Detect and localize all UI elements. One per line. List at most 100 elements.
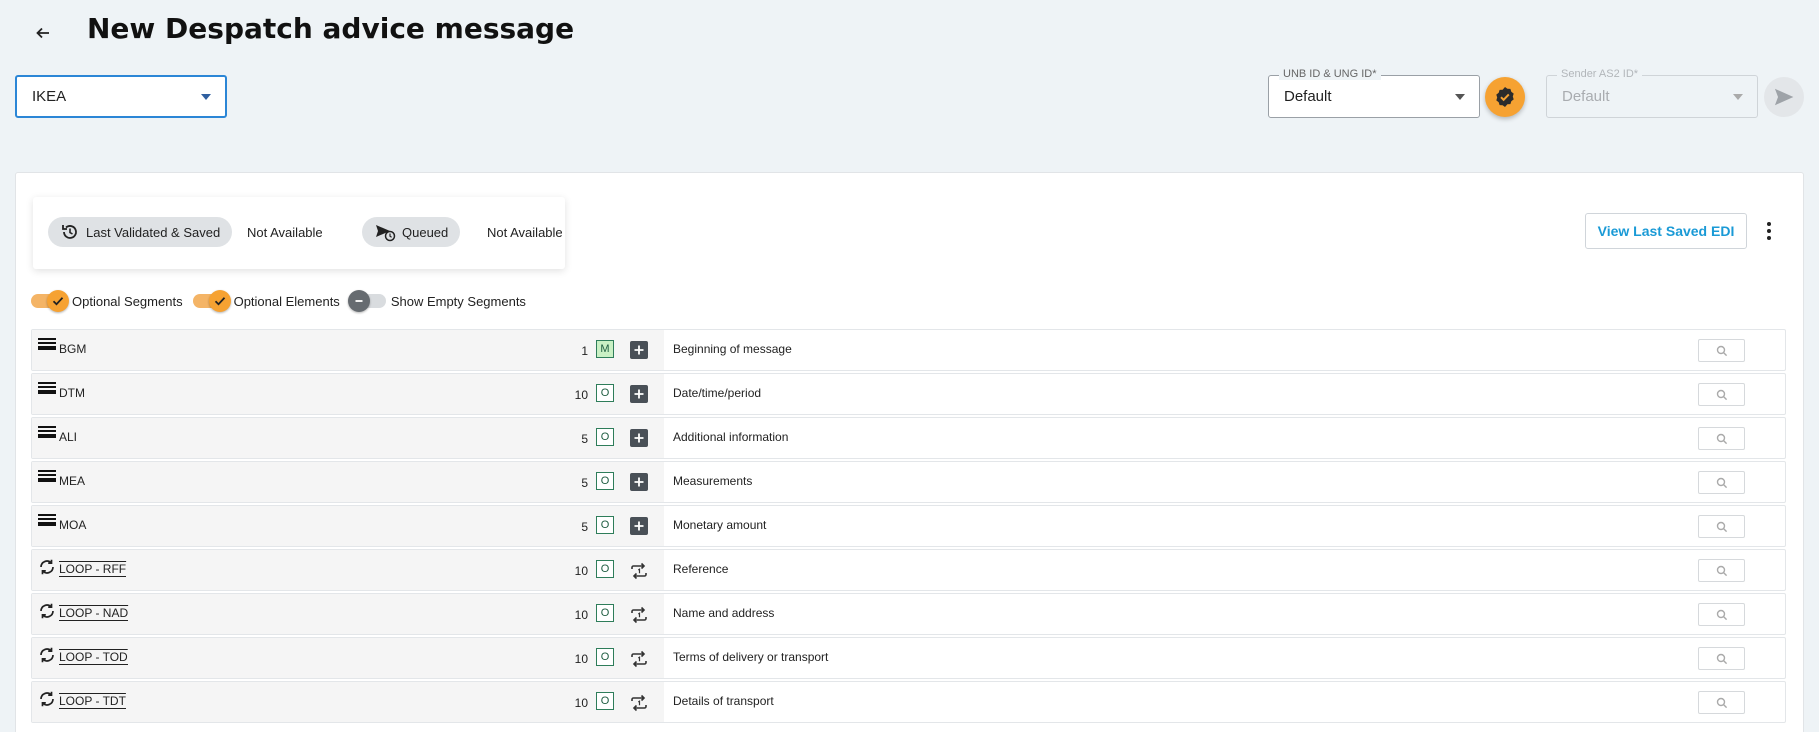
segment-description: Monetary amount [673, 518, 767, 532]
sender-as2-value: Default [1562, 88, 1610, 105]
queued-value: Not Available [487, 225, 563, 240]
plus-icon [634, 477, 644, 487]
segment-row[interactable]: LOOP - TOD 10 O Terms of delivery or transp… [31, 637, 1786, 679]
segment-search-button[interactable] [1698, 515, 1745, 538]
usage-badge: O [596, 560, 614, 578]
segment-description: Details of transport [673, 694, 774, 708]
segment-max-count: 10 [574, 388, 588, 402]
repeat-one-icon[interactable] [629, 693, 649, 713]
partner-select[interactable]: IKEA [15, 75, 227, 118]
search-icon [1716, 653, 1727, 664]
segment-search-button[interactable] [1698, 427, 1745, 450]
segment-lines-icon [38, 514, 56, 526]
search-icon [1716, 433, 1727, 444]
segment-row[interactable]: MEA 5 O Measurements [31, 461, 1786, 503]
unb-id-label: UNB ID & UNG ID* [1279, 68, 1381, 80]
filter-toggles: Optional Segments Optional Elements Show… [31, 289, 536, 313]
show-empty-segments-switch[interactable] [347, 290, 386, 312]
segment-lines-icon [38, 470, 56, 482]
segment-row[interactable]: LOOP - NAD 10 O Name and address [31, 593, 1786, 635]
page-title: New Despatch advice message [87, 12, 575, 45]
search-icon [1716, 477, 1727, 488]
optional-elements-label: Optional Elements [233, 293, 340, 309]
status-box: Last Validated & Saved Not Available Que… [33, 197, 565, 269]
toggle-show-empty-segments[interactable]: Show Empty Segments [347, 290, 526, 312]
segment-name: LOOP - RFF [59, 562, 127, 577]
segment-search-button[interactable] [1698, 471, 1745, 494]
verified-badge-icon [1496, 87, 1514, 107]
repeat-one-icon[interactable] [629, 605, 649, 625]
segment-lines-icon [38, 382, 56, 394]
segment-header: LOOP - RFF 10 O [32, 550, 664, 590]
repeat-one-icon[interactable] [629, 649, 649, 669]
usage-badge: O [596, 472, 614, 490]
chevron-down-icon [1733, 93, 1743, 100]
segment-row[interactable]: ALI 5 O Additional information [31, 417, 1786, 459]
segment-row[interactable]: MOA 5 O Monetary amount [31, 505, 1786, 547]
optional-elements-switch[interactable] [192, 290, 231, 312]
search-icon [1716, 609, 1727, 620]
segment-row[interactable]: BGM 1 M Beginning of message [31, 329, 1786, 371]
validate-button[interactable] [1485, 77, 1525, 117]
segment-name: LOOP - NAD [59, 606, 129, 621]
search-icon [1716, 389, 1727, 400]
loop-icon [40, 559, 54, 575]
segment-description: Terms of delivery or transport [673, 650, 829, 664]
back-button[interactable] [28, 18, 58, 48]
add-segment-button[interactable] [630, 385, 648, 403]
segment-name: DTM [59, 386, 85, 400]
segment-lines-icon [38, 426, 56, 438]
segment-lines-icon [38, 338, 56, 350]
add-segment-button[interactable] [630, 517, 648, 535]
segment-max-count: 5 [581, 520, 588, 534]
repeat-one-icon[interactable] [629, 561, 649, 581]
segment-row[interactable]: LOOP - RFF 10 O Reference [31, 549, 1786, 591]
segment-row[interactable]: DTM 10 O Date/time/period [31, 373, 1786, 415]
segment-header: DTM 10 O [32, 374, 664, 414]
segment-search-button[interactable] [1698, 339, 1745, 362]
more-vert-icon[interactable] [1762, 217, 1776, 245]
sender-as2-select[interactable]: Sender AS2 ID* Default [1546, 68, 1758, 118]
add-segment-button[interactable] [630, 473, 648, 491]
segment-description: Reference [673, 562, 729, 576]
segment-name: MEA [59, 474, 86, 488]
usage-badge: O [596, 428, 614, 446]
segment-search-button[interactable] [1698, 383, 1745, 406]
optional-segments-switch[interactable] [31, 290, 69, 312]
unb-id-select[interactable]: UNB ID & UNG ID* Default [1268, 68, 1480, 118]
add-segment-button[interactable] [630, 429, 648, 447]
segment-max-count: 10 [574, 564, 588, 578]
toggle-optional-elements[interactable]: Optional Elements [192, 290, 340, 312]
segment-row[interactable]: LOOP - TDT 10 O Details of transport [31, 681, 1786, 723]
usage-badge: O [596, 516, 614, 534]
usage-badge: O [596, 604, 614, 622]
view-last-saved-edi-button[interactable]: View Last Saved EDI [1585, 213, 1747, 249]
usage-badge: O [596, 648, 614, 666]
usage-badge: O [596, 692, 614, 710]
segment-search-button[interactable] [1698, 559, 1745, 582]
scheduled-send-icon [376, 225, 396, 242]
unb-id-value: Default [1284, 88, 1332, 105]
toggle-optional-segments[interactable]: Optional Segments [31, 290, 183, 312]
last-validated-label: Last Validated & Saved [86, 224, 221, 240]
chevron-down-icon [1455, 93, 1465, 100]
check-icon [208, 290, 231, 312]
add-segment-button[interactable] [630, 341, 648, 359]
segment-header: LOOP - TDT 10 O [32, 682, 664, 722]
segment-max-count: 5 [581, 476, 588, 490]
segment-list: BGM 1 M Beginning of message DTM 10 O Date/time… [31, 329, 1786, 725]
send-button[interactable] [1764, 77, 1804, 117]
segment-name: LOOP - TOD [59, 650, 128, 665]
segments-card: Last Validated & Saved Not Available Que… [15, 172, 1804, 732]
loop-icon [40, 603, 54, 619]
segment-max-count: 10 [574, 696, 588, 710]
segment-search-button[interactable] [1698, 603, 1745, 626]
usage-badge: O [596, 384, 614, 402]
plus-icon [634, 389, 644, 399]
usage-badge: M [596, 340, 614, 358]
segment-max-count: 5 [581, 432, 588, 446]
minus-icon [347, 290, 370, 312]
segment-search-button[interactable] [1698, 691, 1745, 714]
last-validated-chip: Last Validated & Saved [48, 217, 233, 247]
segment-search-button[interactable] [1698, 647, 1745, 670]
